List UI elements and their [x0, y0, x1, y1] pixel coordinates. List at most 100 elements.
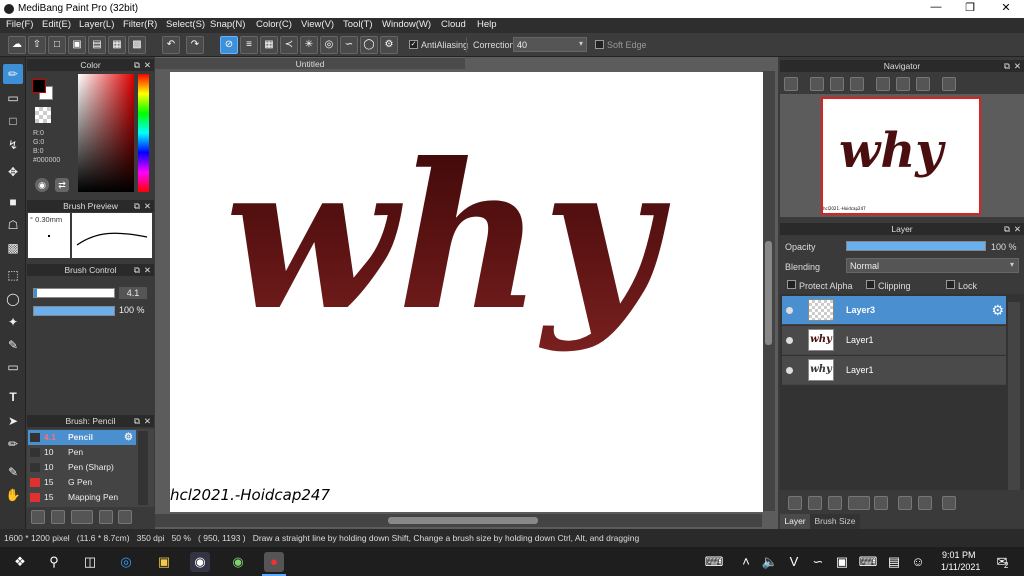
detach-icon[interactable]: ⧉ — [1004, 223, 1010, 235]
protect-alpha-checkbox[interactable] — [787, 280, 796, 289]
vpn-icon[interactable]: V — [784, 552, 804, 572]
cloud-icon[interactable]: ☁ — [8, 36, 26, 54]
network-icon[interactable]: ▣ — [832, 552, 852, 572]
snap-off-icon[interactable]: ⊘ — [220, 36, 238, 54]
zoom-fit-icon[interactable] — [784, 77, 798, 91]
duplicate-layer-icon[interactable] — [898, 496, 912, 510]
fill-rect-icon[interactable]: ■ — [3, 192, 23, 212]
chevron-up-icon[interactable]: ˄ — [736, 552, 756, 572]
folder-icon[interactable] — [118, 510, 132, 524]
shape-tool-icon[interactable]: □ — [3, 111, 23, 131]
snap-settings-icon[interactable]: ⚙ — [380, 36, 398, 54]
brush-list-scrollbar[interactable] — [138, 431, 148, 505]
navigator-view[interactable]: why hcl2021.-Hoidcap247 — [780, 94, 1024, 217]
close-icon[interactable]: ✕ — [144, 415, 151, 427]
color-swap-icon[interactable]: ⇄ — [55, 178, 69, 192]
cross-snap-icon[interactable]: ▦ — [260, 36, 278, 54]
fit-window-icon[interactable] — [876, 77, 890, 91]
visibility-icon[interactable] — [786, 307, 793, 314]
comment-icon[interactable]: □ — [48, 36, 66, 54]
new-brush-icon[interactable] — [51, 510, 65, 524]
clock-date[interactable]: 1/11/2021 — [941, 562, 980, 572]
select-tool-icon[interactable]: ⬚ — [3, 265, 23, 285]
flip-icon[interactable] — [942, 77, 956, 91]
layer-row-layer1-a[interactable]: why Layer1 — [782, 326, 1006, 355]
horizontal-scroll-thumb[interactable] — [388, 517, 538, 524]
close-icon[interactable]: ✕ — [1014, 223, 1021, 235]
new-layer-icon[interactable] — [788, 496, 802, 510]
speaker-icon[interactable]: 🔈 — [760, 552, 780, 572]
windows-start-icon[interactable]: ❖ — [10, 552, 30, 572]
menu-help[interactable]: Help — [477, 19, 497, 30]
detach-icon[interactable]: ⧉ — [1004, 60, 1010, 72]
detach-icon[interactable]: ⧉ — [134, 200, 140, 212]
merge-layer-icon[interactable] — [918, 496, 932, 510]
menu-snap[interactable]: Snap(N) — [210, 19, 245, 30]
layer-list-scrollbar[interactable] — [1008, 302, 1020, 490]
gallery-app-icon[interactable]: ◉ — [228, 552, 248, 572]
minimize-button[interactable]: — — [922, 1, 950, 17]
menu-edit[interactable]: Edit(E) — [42, 19, 71, 30]
tab-brush-size[interactable]: Brush Size — [810, 514, 860, 529]
brush-menu-icon[interactable] — [71, 510, 93, 524]
search-icon[interactable]: ⚲ — [44, 552, 64, 572]
saturation-value-picker[interactable] — [78, 74, 134, 192]
undo-icon[interactable]: ↶ — [162, 36, 180, 54]
brush-size-slider[interactable] — [33, 288, 115, 298]
vertical-scrollbar[interactable] — [762, 71, 775, 511]
doc-icon[interactable]: ▣ — [68, 36, 86, 54]
notification-icon[interactable]: ✉ — [992, 552, 1012, 572]
select-eraser-icon[interactable]: ▭ — [3, 357, 23, 377]
zoom-in-icon[interactable] — [810, 77, 824, 91]
correction-select[interactable]: 40 ▾ — [513, 37, 587, 52]
menu-layer[interactable]: Layer(L) — [79, 19, 114, 30]
menu-select[interactable]: Select(S) — [166, 19, 205, 30]
visibility-icon[interactable] — [786, 337, 793, 344]
layer-row-layer1-b[interactable]: why Layer1 — [782, 356, 1006, 385]
magic-wand-icon[interactable]: ✦ — [3, 312, 23, 332]
full-view-icon[interactable] — [896, 77, 910, 91]
brush-item-pen-sharp[interactable]: 10 Pen (Sharp) — [28, 460, 136, 475]
circle-snap-icon[interactable]: ◎ — [320, 36, 338, 54]
restore-button[interactable]: ❐ — [956, 1, 984, 17]
vanishing-snap-icon[interactable]: ≺ — [280, 36, 298, 54]
actual-size-icon[interactable] — [830, 77, 844, 91]
grid-icon[interactable]: ▩ — [128, 36, 146, 54]
brush-opacity-slider[interactable] — [33, 306, 115, 316]
lock-checkbox[interactable] — [946, 280, 955, 289]
menu-cloud[interactable]: Cloud — [441, 19, 466, 30]
keyboard-icon[interactable]: ⌨ — [704, 552, 724, 572]
close-icon[interactable]: ✕ — [1014, 60, 1021, 72]
wifi-icon[interactable]: ∽ — [808, 552, 828, 572]
radial-snap-icon[interactable]: ✳ — [300, 36, 318, 54]
clipping-checkbox[interactable] — [866, 280, 875, 289]
lasso-tool-icon[interactable]: ◯ — [3, 289, 23, 309]
eyedropper-tool-icon[interactable]: ✏ — [3, 434, 23, 454]
ellipse-snap-icon[interactable]: ◯ — [360, 36, 378, 54]
eyedropper-icon[interactable]: ✎ — [3, 462, 23, 482]
clock-time[interactable]: 9:01 PM — [942, 550, 976, 560]
menu-tool[interactable]: Tool(T) — [343, 19, 373, 30]
foreground-color-swatch[interactable] — [32, 79, 46, 93]
close-icon[interactable]: ✕ — [144, 200, 151, 212]
detach-icon[interactable]: ⧉ — [134, 264, 140, 276]
curve-snap-icon[interactable]: ∽ — [340, 36, 358, 54]
menu-color[interactable]: Color(C) — [256, 19, 292, 30]
close-button[interactable]: ✕ — [992, 1, 1020, 17]
gradient-tool-icon[interactable]: ▩ — [3, 238, 23, 258]
brush-item-g-pen[interactable]: 15 G Pen — [28, 475, 136, 490]
close-icon[interactable]: ✕ — [144, 59, 151, 71]
layer-opacity-slider[interactable] — [846, 241, 986, 251]
menu-file[interactable]: File(F) — [6, 19, 33, 30]
menu-window[interactable]: Window(W) — [382, 19, 431, 30]
detach-icon[interactable]: ⧉ — [134, 415, 140, 427]
new-color-layer-icon[interactable] — [808, 496, 822, 510]
transparent-color-swatch[interactable] — [35, 107, 51, 123]
visibility-icon[interactable] — [786, 367, 793, 374]
eraser-tool-icon[interactable]: ▭ — [3, 88, 23, 108]
edge-browser-icon[interactable]: ◎ — [116, 552, 136, 572]
drawing-canvas[interactable]: why hcl2021.-Hoidcap247 — [170, 72, 763, 512]
gear-icon[interactable]: ⚙ — [124, 430, 133, 445]
bucket-tool-icon[interactable]: ☖ — [3, 215, 23, 235]
close-icon[interactable]: ✕ — [144, 264, 151, 276]
